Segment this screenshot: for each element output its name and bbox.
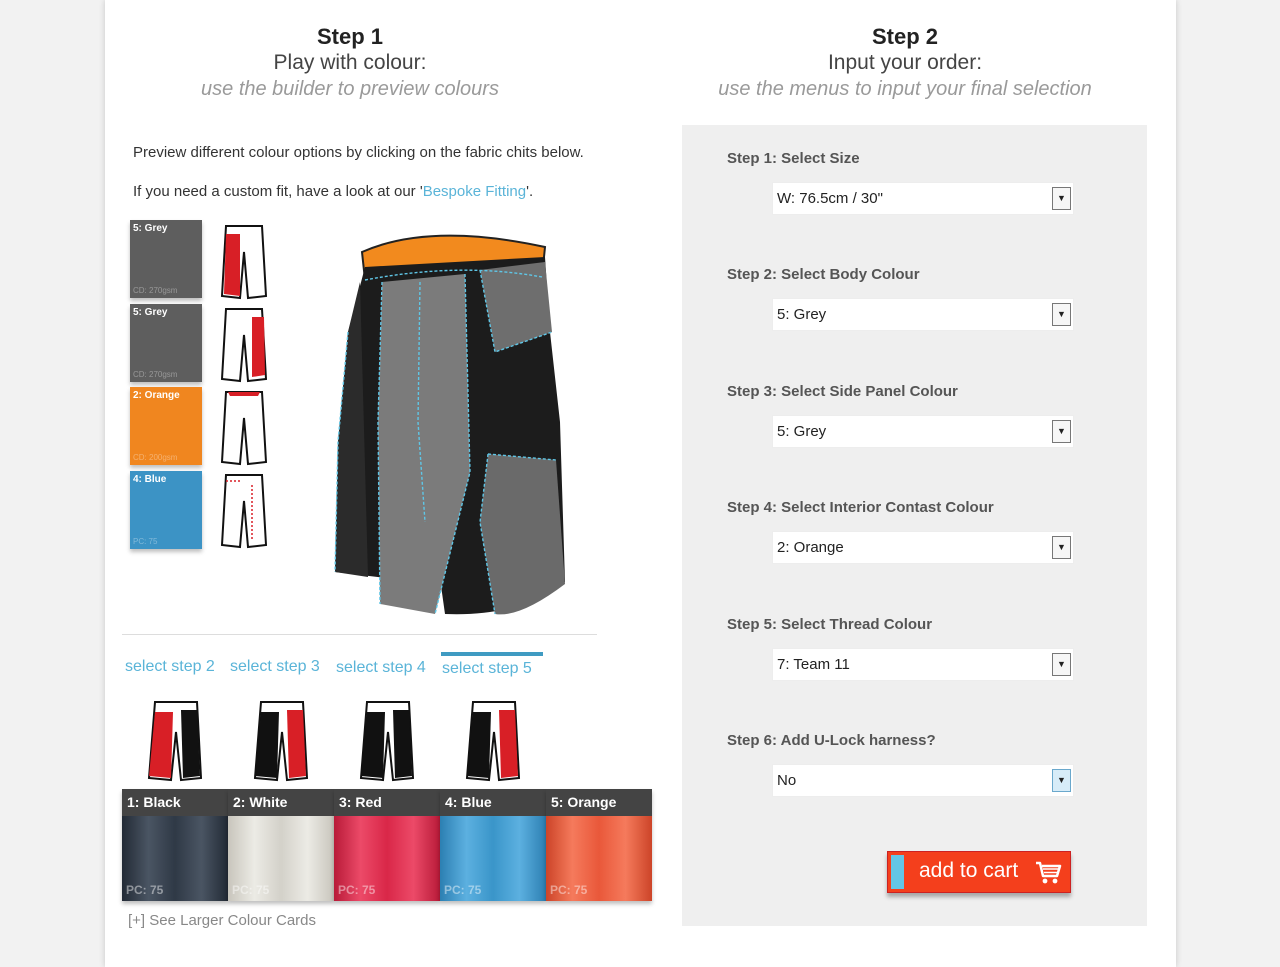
thread-name: 3: Red: [334, 789, 440, 816]
chevron-down-icon[interactable]: ▼: [1052, 769, 1071, 792]
cart-button-accent: [891, 855, 904, 889]
thread-name: 1: Black: [122, 789, 228, 816]
size-label: Step 1: Select Size: [727, 150, 860, 167]
add-to-cart-button[interactable]: add to cart: [887, 851, 1071, 893]
step2-hint: use the menus to input your final select…: [718, 78, 1092, 100]
order-panel: Step 1: Select Size W: 76.5cm / 30" ▼ St…: [682, 125, 1147, 926]
custom-fit-prefix: If you need a custom fit, have a look at…: [133, 183, 423, 200]
chit-label: 5: Grey: [133, 223, 168, 234]
side-panel-colour-value: 5: Grey: [777, 423, 827, 440]
step1-hint: use the builder to preview colours: [201, 78, 499, 100]
step2-header: Step 2 Input your order: use the menus t…: [655, 24, 1155, 102]
page: Step 1 Play with colour: use the builder…: [105, 0, 1176, 967]
body-colour-select[interactable]: 5: Grey ▼: [772, 298, 1074, 331]
chevron-down-icon[interactable]: ▼: [1052, 653, 1071, 676]
interior-colour-value: 2: Orange: [777, 539, 844, 556]
step2-title: Step 2: [871, 24, 939, 49]
chit-code: CD: 200gsm: [133, 453, 178, 462]
body-colour-value: 5: Grey: [777, 306, 827, 323]
shorts-thread-red-icon: [359, 701, 415, 782]
add-to-cart-label: add to cart: [919, 859, 1019, 882]
tab-select-step-2[interactable]: select step 2: [125, 658, 215, 676]
thread-code: PC: 75: [550, 883, 588, 897]
side-panel-colour-label: Step 3: Select Side Panel Colour: [727, 383, 958, 400]
custom-fit-text: If you need a custom fit, have a look at…: [133, 183, 653, 200]
thread-colour-label: Step 5: Select Thread Colour: [727, 616, 933, 633]
fabric-chit-orange[interactable]: 2: Orange CD: 200gsm: [130, 387, 202, 465]
interior-colour-select[interactable]: 2: Orange ▼: [772, 531, 1074, 564]
see-larger-colour-cards-link[interactable]: [+] See Larger Colour Cards: [128, 912, 316, 929]
step2-subtitle: Input your order:: [827, 51, 983, 74]
chit-code: PC: 75: [133, 537, 158, 546]
ulock-label: Step 6: Add U-Lock harness?: [727, 732, 936, 749]
thread-code: PC: 75: [444, 883, 482, 897]
body-colour-label: Step 2: Select Body Colour: [727, 266, 920, 283]
thread-colour-select[interactable]: 7: Team 11 ▼: [772, 648, 1074, 681]
step1-subtitle: Play with colour:: [273, 51, 427, 74]
step1-header: Step 1 Play with colour: use the builder…: [105, 24, 595, 102]
thread-card-red[interactable]: 3: Red PC: 75: [334, 789, 440, 901]
interior-colour-label: Step 4: Select Interior Contast Colour: [727, 499, 994, 516]
thread-code: PC: 75: [232, 883, 270, 897]
thread-code: PC: 75: [338, 883, 376, 897]
chevron-down-icon[interactable]: ▼: [1052, 303, 1071, 326]
shorts-preview-image: [334, 234, 565, 615]
thread-colour-value: 7: Team 11: [777, 656, 850, 673]
shorts-thread-black-icon: [147, 701, 203, 782]
thread-card-orange[interactable]: 5: Orange PC: 75: [546, 789, 652, 901]
step1-title: Step 1: [316, 24, 384, 49]
thread-card-white[interactable]: 2: White PC: 75: [228, 789, 334, 901]
ulock-select[interactable]: No ▼: [772, 764, 1074, 797]
chit-label: 4: Blue: [133, 474, 167, 485]
intro-text: Preview different colour options by clic…: [133, 144, 584, 161]
thread-card-blue[interactable]: 4: Blue PC: 75: [440, 789, 546, 901]
custom-fit-suffix: '.: [526, 183, 534, 200]
tab-select-step-5[interactable]: select step 5: [442, 660, 532, 678]
chit-code: CD: 270gsm: [133, 370, 178, 379]
thread-name: 5: Orange: [546, 789, 652, 816]
fabric-chit-blue[interactable]: 4: Blue PC: 75: [130, 471, 202, 549]
size-select[interactable]: W: 76.5cm / 30" ▼: [772, 182, 1074, 215]
active-tab-indicator: [441, 652, 543, 656]
ulock-value: No: [777, 772, 797, 789]
thread-card-black[interactable]: 1: Black PC: 75: [122, 789, 228, 901]
chevron-down-icon[interactable]: ▼: [1052, 187, 1071, 210]
thread-code: PC: 75: [126, 883, 164, 897]
shorts-thread-white-icon: [253, 701, 309, 782]
shorts-preview-interior-icon: [220, 391, 268, 466]
chit-label: 2: Orange: [133, 390, 180, 401]
shorts-thread-blue-icon: [465, 701, 521, 782]
bespoke-fitting-link[interactable]: Bespoke Fitting: [423, 183, 526, 200]
size-value: W: 76.5cm / 30": [777, 190, 883, 207]
tab-select-step-4[interactable]: select step 4: [336, 659, 426, 677]
side-panel-colour-select[interactable]: 5: Grey ▼: [772, 415, 1074, 448]
divider: [122, 634, 597, 635]
shorts-preview-thread-icon: [220, 474, 268, 549]
thread-name: 2: White: [228, 789, 334, 816]
chevron-down-icon[interactable]: ▼: [1052, 536, 1071, 559]
chit-label: 5: Grey: [133, 307, 168, 318]
shorts-preview-side-icon: [220, 308, 268, 383]
fabric-chit-grey-body[interactable]: 5: Grey CD: 270gsm: [130, 220, 202, 298]
thread-name: 4: Blue: [440, 789, 546, 816]
tab-select-step-3[interactable]: select step 3: [230, 658, 320, 676]
fabric-chit-grey-side[interactable]: 5: Grey CD: 270gsm: [130, 304, 202, 382]
shorts-preview-body-icon: [220, 225, 268, 300]
chit-code: CD: 270gsm: [133, 286, 178, 295]
cart-icon: [1036, 861, 1062, 884]
chevron-down-icon[interactable]: ▼: [1052, 420, 1071, 443]
